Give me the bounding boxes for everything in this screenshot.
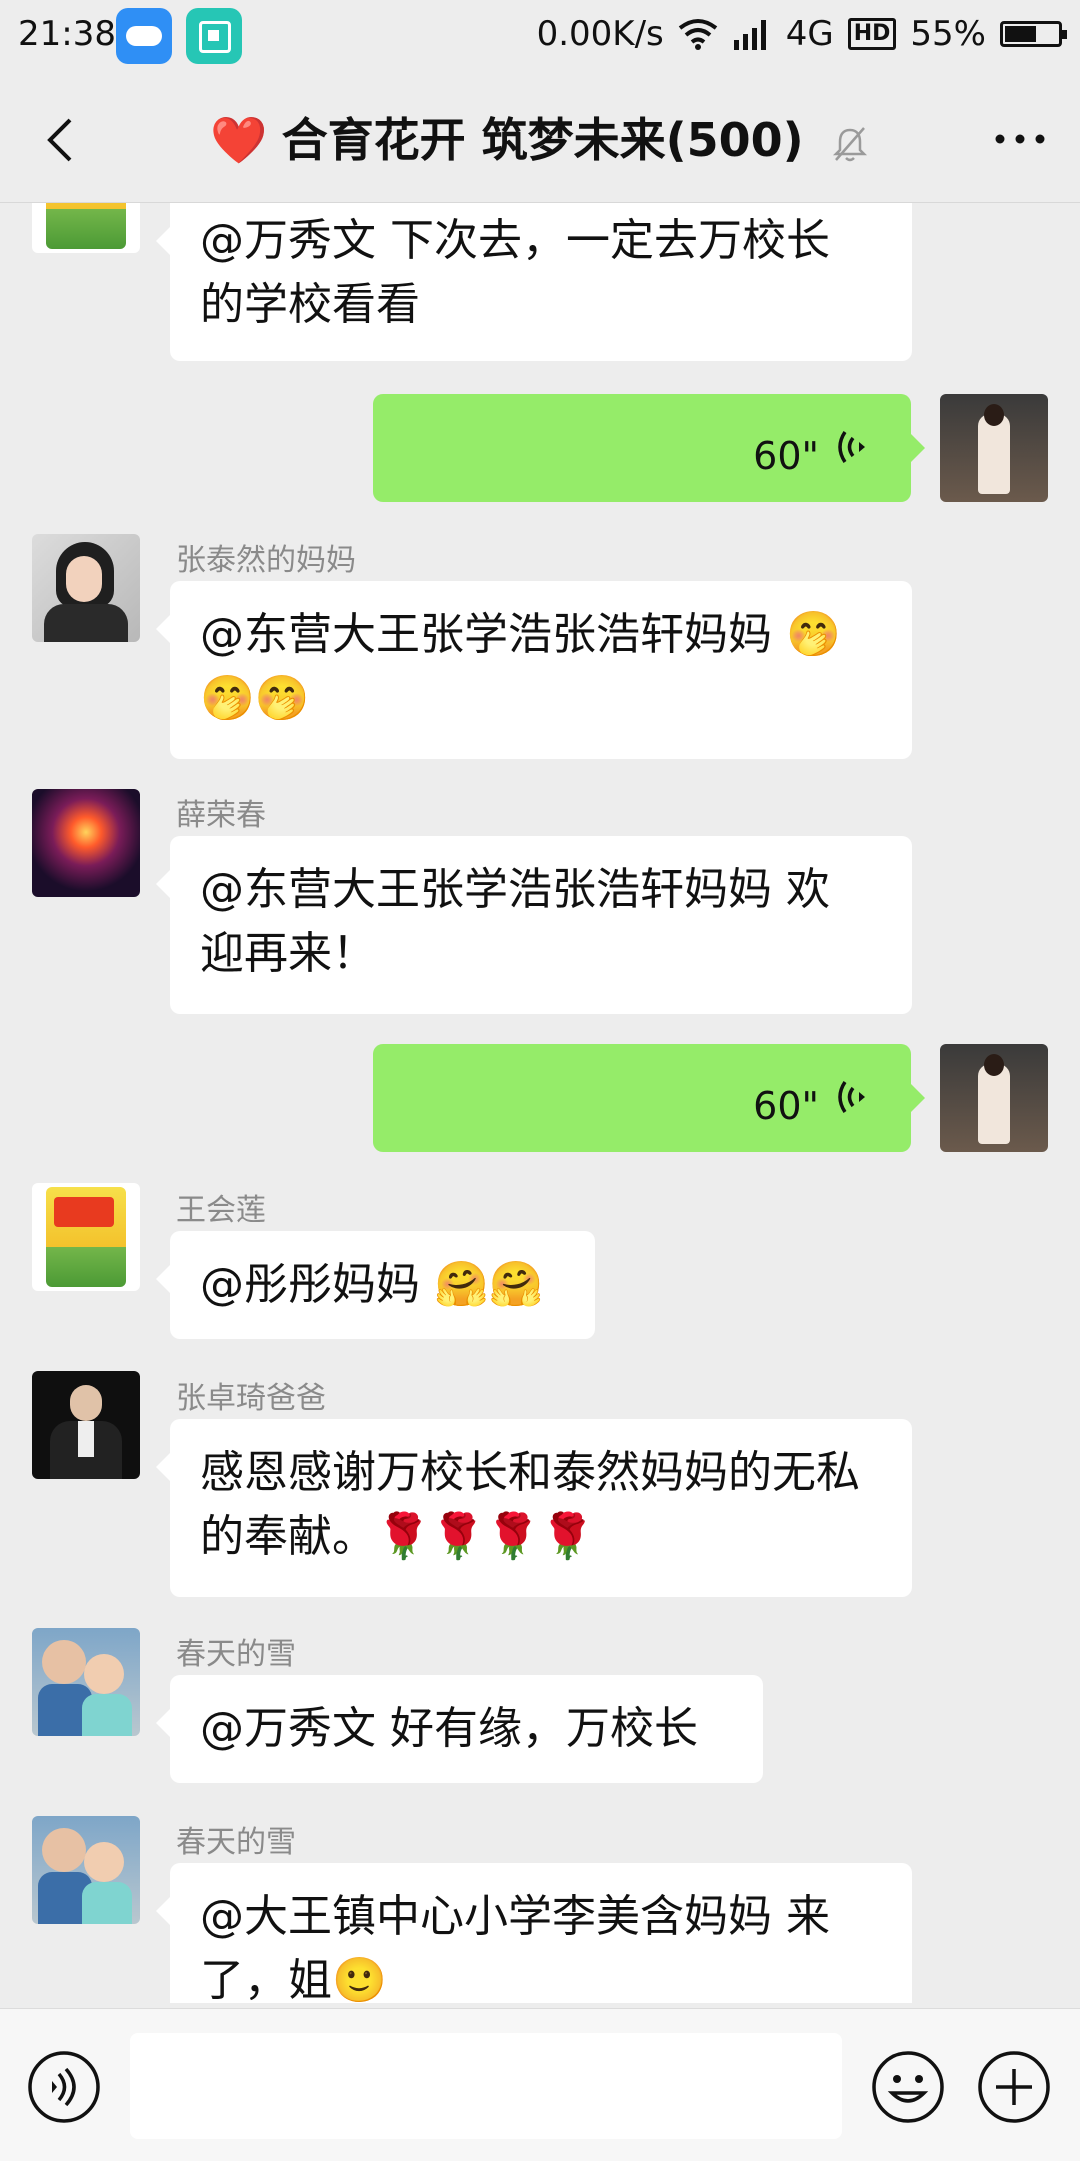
hd-badge: HD	[847, 18, 897, 50]
sender-name: 薛荣春	[176, 798, 266, 833]
avatar[interactable]	[32, 1371, 140, 1479]
message-text: 感恩感谢万校长和泰然妈妈的无私	[200, 1447, 860, 1498]
sender-name: 张卓琦爸爸	[176, 1381, 326, 1416]
message-bubble[interactable]: @东营大王张学浩张浩轩妈妈 🤭 🤭🤭	[156, 581, 912, 759]
voice-toggle-icon[interactable]	[26, 2049, 102, 2125]
my-avatar[interactable]	[940, 394, 1048, 502]
more-dots-icon[interactable]	[990, 116, 1050, 162]
message-text: 的奉献。🌹🌹🌹🌹	[200, 1511, 596, 1562]
battery-percent: 55%	[910, 14, 986, 54]
sender-name: 春天的雪	[176, 1637, 296, 1672]
message-text: @大王镇中心小学李美含妈妈 来	[200, 1891, 830, 1942]
avatar[interactable]	[32, 1816, 140, 1924]
net-speed: 0.00K/s	[536, 14, 664, 54]
my-avatar[interactable]	[940, 1044, 1048, 1152]
plus-icon[interactable]	[976, 2049, 1052, 2125]
message-input[interactable]	[130, 2033, 842, 2139]
message-bubble[interactable]: @万秀文 好有缘，万校长	[156, 1675, 763, 1783]
message-text: 迎再来！	[200, 928, 376, 979]
signal-icon	[733, 20, 766, 50]
screen-scan-icon	[186, 8, 242, 64]
message-text: 🤭🤭	[200, 673, 310, 724]
voice-duration: 60"	[753, 434, 819, 478]
wifi-icon	[678, 19, 717, 50]
input-bar	[0, 2008, 1080, 2161]
message-text: @彤彤妈妈 🤗🤗	[200, 1259, 544, 1310]
voice-duration: 60"	[753, 1084, 819, 1128]
message-bubble[interactable]: @万秀文 下次去，一定去万校长 的学校看看	[156, 203, 912, 361]
avatar[interactable]	[32, 534, 140, 642]
emoji-icon[interactable]	[870, 2049, 946, 2125]
voice-message-bubble[interactable]: 60"	[373, 394, 925, 502]
message-bubble[interactable]: @东营大王张学浩张浩轩妈妈 欢 迎再来！	[156, 836, 912, 1014]
message-text: @万秀文 好有缘，万校长	[200, 1703, 698, 1754]
status-time: 21:38	[18, 14, 116, 54]
message-text: 了，姐🙂	[200, 1955, 387, 2003]
message-bubble[interactable]: @大王镇中心小学李美含妈妈 来 了，姐🙂	[156, 1863, 912, 2003]
sender-name: 王会莲	[176, 1193, 266, 1228]
network-type: 4G	[785, 14, 834, 54]
voice-wave-icon	[838, 431, 865, 463]
weather-icon	[116, 8, 172, 64]
sender-name: 春天的雪	[176, 1825, 296, 1860]
message-bubble[interactable]: 感恩感谢万校长和泰然妈妈的无私 的奉献。🌹🌹🌹🌹	[156, 1419, 912, 1597]
status-bar: 21:38 0.00K/s 4G HD 55%	[0, 0, 1080, 76]
message-text: @东营大王张学浩张浩轩妈妈 🤭	[200, 609, 841, 660]
group-name: 合育花开 筑梦未来(500)	[281, 113, 804, 167]
message-text: @万秀文 下次去，一定去万校长	[200, 215, 830, 266]
avatar[interactable]	[32, 1628, 140, 1736]
battery-icon	[1000, 21, 1067, 47]
mute-bell-icon	[832, 126, 867, 161]
avatar[interactable]	[32, 1183, 140, 1291]
message-text: @东营大王张学浩张浩轩妈妈 欢	[200, 864, 830, 915]
voice-wave-icon	[838, 1081, 865, 1113]
message-text: 的学校看看	[200, 279, 420, 330]
chat-header: ❤️ 合育花开 筑梦未来(500)	[0, 76, 1080, 203]
chat-messages[interactable]: @万秀文 下次去，一定去万校长 的学校看看 60" 张泰然的妈妈 @东营大王张学…	[0, 203, 1080, 2003]
chat-title: ❤️ 合育花开 筑梦未来(500)	[0, 104, 1080, 170]
heart-icon: ❤️	[210, 113, 268, 167]
sender-name: 张泰然的妈妈	[176, 543, 356, 578]
message-bubble[interactable]: @彤彤妈妈 🤗🤗	[156, 1231, 595, 1339]
avatar[interactable]	[32, 789, 140, 897]
voice-message-bubble[interactable]: 60"	[373, 1044, 925, 1152]
avatar[interactable]	[32, 203, 140, 253]
